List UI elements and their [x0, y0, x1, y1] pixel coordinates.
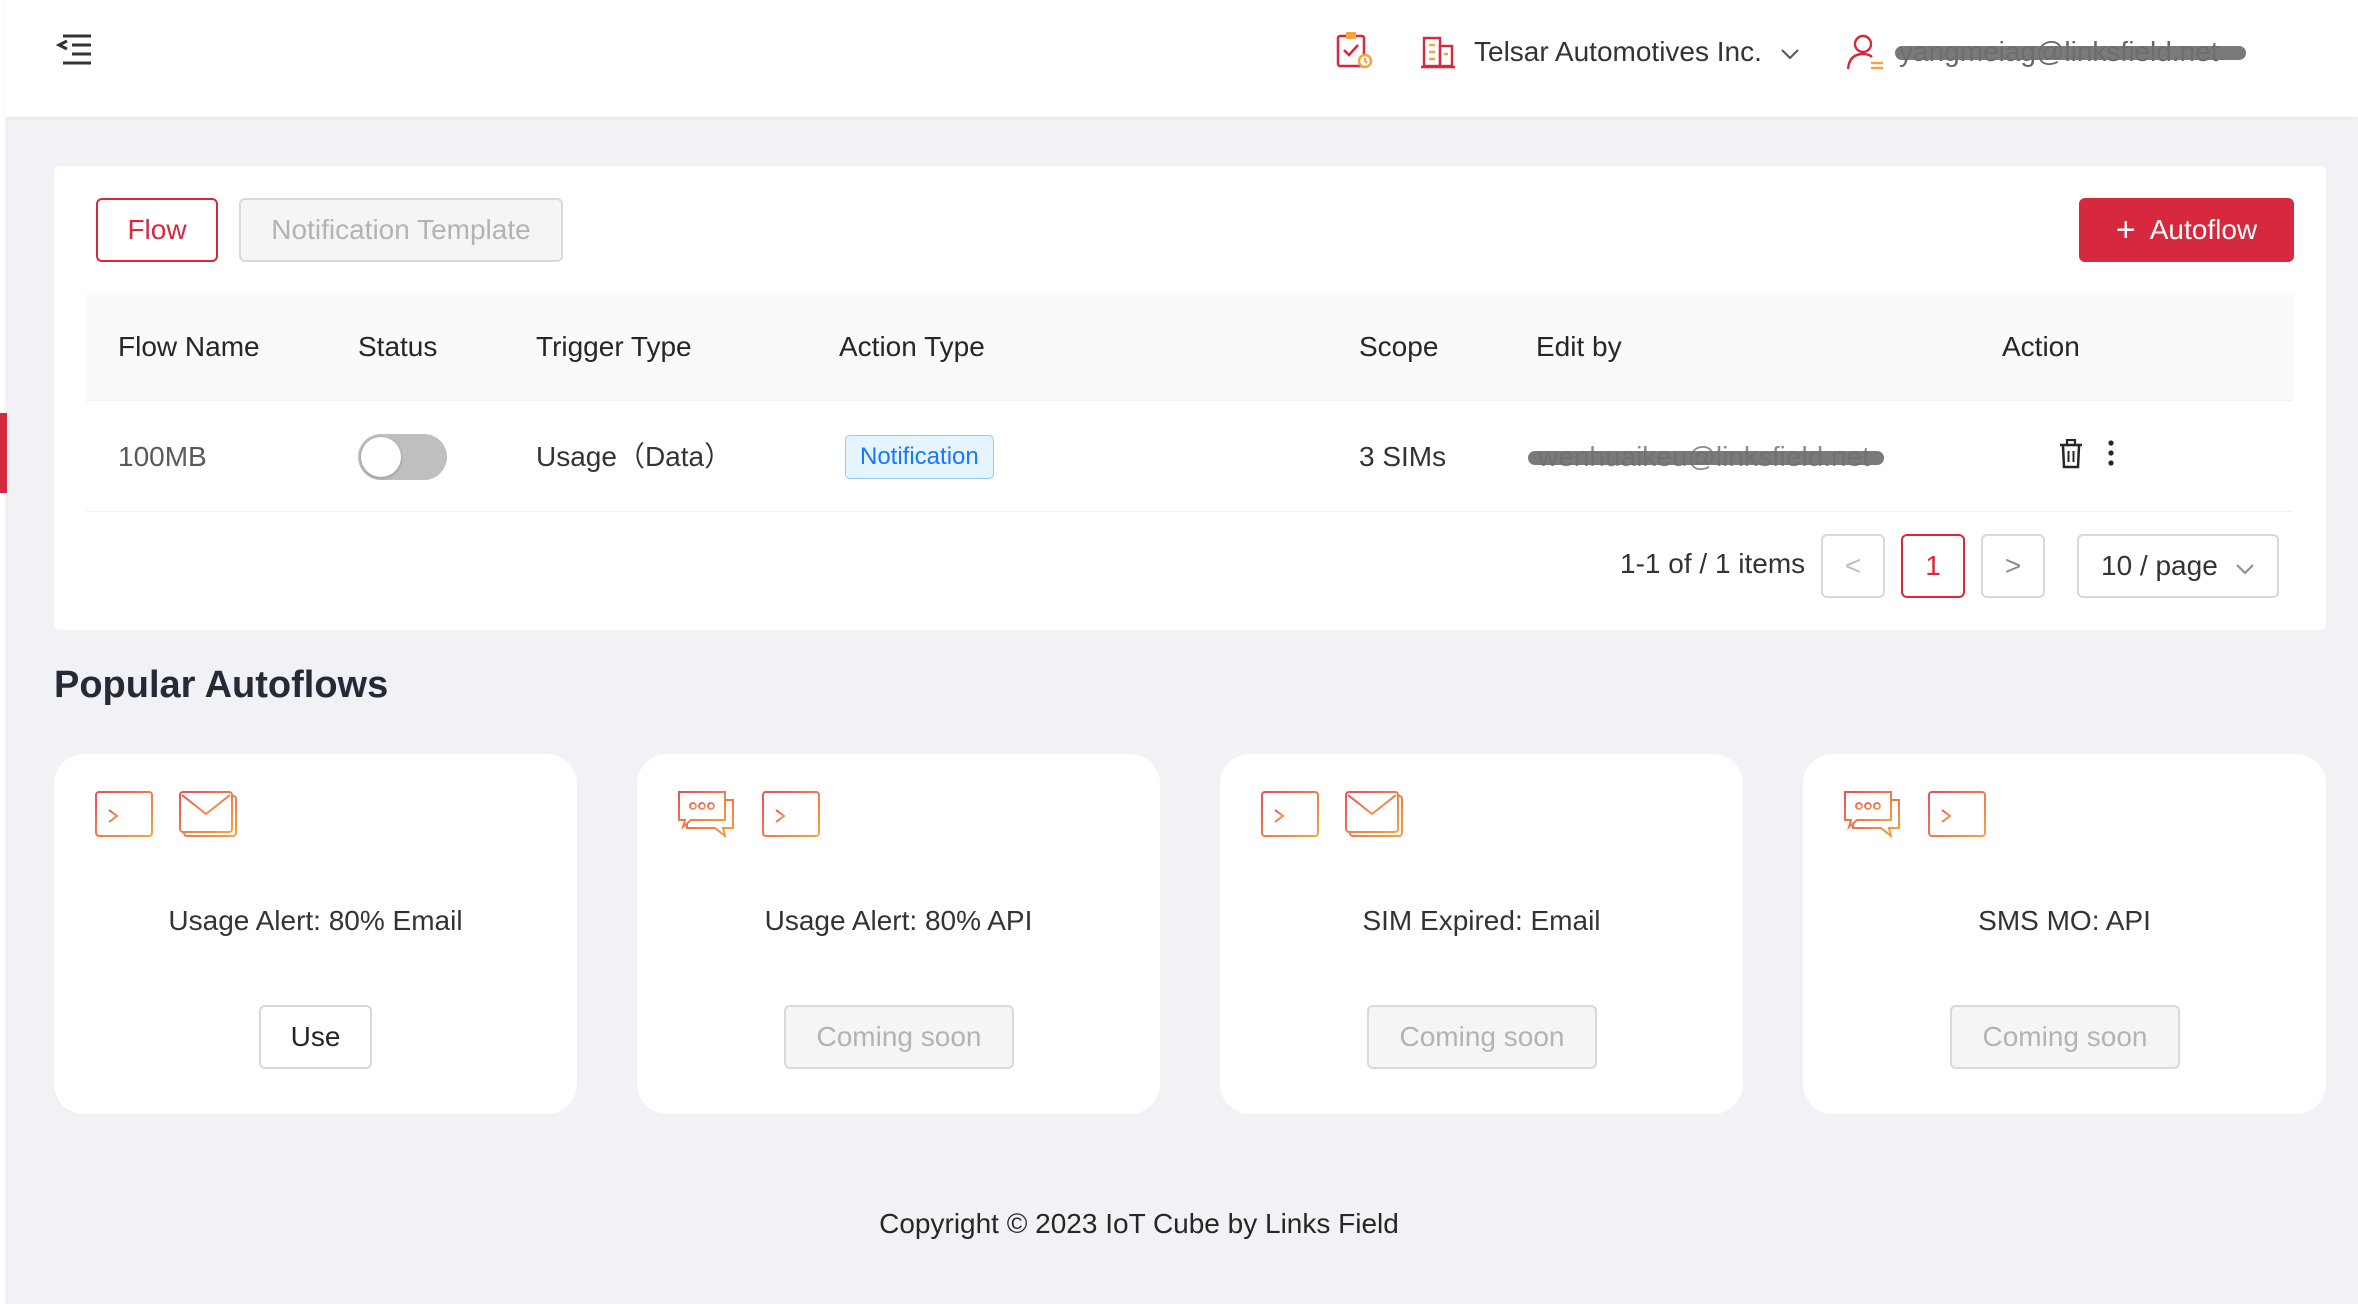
edit-by-cell: wenhuaikeu@linksfield.net	[1528, 401, 1884, 512]
flow-name-cell: 100MB	[118, 441, 207, 472]
use-button[interactable]: Use	[259, 1005, 372, 1069]
trigger-type-cell: Usage（Data）	[536, 441, 733, 472]
chat-icon	[677, 790, 737, 838]
coming-soon-button: Coming soon	[784, 1005, 1014, 1069]
tab-flow[interactable]: Flow	[96, 198, 218, 262]
tab-notification-template[interactable]: Notification Template	[239, 198, 563, 262]
email-icon	[1344, 790, 1404, 838]
coming-soon-button: Coming soon	[1367, 1005, 1597, 1069]
card-title: Usage Alert: 80% API	[764, 905, 1033, 936]
action-type-badge: Notification	[845, 435, 994, 479]
card-title: Usage Alert: 80% Email	[168, 905, 463, 936]
add-autoflow-button[interactable]: + Autoflow	[2079, 198, 2294, 262]
popular-card-sim-expired-email: SIM Expired: Email Coming soon	[1220, 754, 1743, 1114]
popular-autoflows-title: Popular Autoflows	[54, 664, 389, 706]
page-1-button[interactable]: 1	[1901, 534, 1965, 598]
footer-copyright: Copyright © 2023 IoT Cube by Links Field	[879, 1208, 1399, 1239]
top-header: Telsar Automotives Inc. yangmeiag@linksf…	[5, 0, 2358, 117]
app: Telsar Automotives Inc. yangmeiag@linksf…	[0, 0, 2358, 1304]
table-row: 100MB Usage（Data） Notification 3 SIMs we…	[86, 401, 2294, 512]
redaction-mark	[1528, 450, 1884, 465]
terminal-icon	[94, 790, 154, 838]
active-nav-indicator	[0, 413, 7, 493]
scope-cell: 3 SIMs	[1359, 441, 1447, 472]
prev-page-button[interactable]: <	[1821, 534, 1885, 598]
terminal-icon	[1927, 790, 1987, 838]
autoflow-list-panel: Flow Notification Template + Autoflow Fl…	[54, 166, 2326, 630]
next-page-button[interactable]: >	[1981, 534, 2045, 598]
card-title: SMS MO: API	[1978, 905, 2151, 936]
user-email: yangmeiag@linksfield.net	[1895, 36, 2247, 68]
popular-card-sms-mo-api: SMS MO: API Coming soon	[1803, 754, 2326, 1114]
company-selector[interactable]: Telsar Automotives Inc.	[1420, 30, 1800, 74]
column-header-status: Status	[358, 331, 438, 362]
sidebar-edge	[0, 0, 5, 1304]
card-title: SIM Expired: Email	[1362, 905, 1601, 936]
terminal-icon	[761, 790, 821, 838]
page-size-select[interactable]: 10 / page	[2077, 534, 2279, 598]
popular-card-usage-alert-email: Usage Alert: 80% Email Use	[54, 754, 577, 1114]
column-header-action-type: Action Type	[839, 331, 985, 362]
company-name: Telsar Automotives Inc.	[1474, 36, 1762, 67]
chevron-down-icon	[1781, 49, 1799, 60]
plus-icon: +	[2115, 211, 2136, 249]
menu-fold-icon[interactable]	[55, 32, 95, 68]
clipboard-check-icon[interactable]	[1335, 30, 1373, 70]
redaction-mark	[1895, 46, 2247, 60]
chat-icon	[1843, 790, 1903, 838]
column-header-flow-name: Flow Name	[118, 331, 260, 362]
column-header-edit-by: Edit by	[1536, 331, 1622, 362]
coming-soon-button: Coming soon	[1950, 1005, 2180, 1069]
delete-icon[interactable]	[2058, 439, 2084, 469]
user-icon	[1846, 34, 1883, 70]
pagination-total: 1-1 of / 1 items	[1620, 548, 1806, 579]
column-header-scope: Scope	[1359, 331, 1439, 362]
more-vertical-icon[interactable]	[2104, 439, 2118, 469]
email-icon	[178, 790, 238, 838]
status-toggle[interactable]	[358, 434, 447, 480]
terminal-icon	[1260, 790, 1320, 838]
column-header-trigger-type: Trigger Type	[536, 331, 692, 362]
table-header: Flow Name Status Trigger Type Action Typ…	[86, 293, 2294, 401]
chevron-down-icon	[2236, 564, 2254, 575]
popular-card-usage-alert-api: Usage Alert: 80% API Coming soon	[637, 754, 1160, 1114]
toggle-knob	[361, 437, 401, 477]
column-header-action: Action	[2002, 331, 2080, 362]
user-menu[interactable]: yangmeiag@linksfield.net	[1845, 30, 2247, 74]
building-icon	[1421, 36, 1455, 69]
